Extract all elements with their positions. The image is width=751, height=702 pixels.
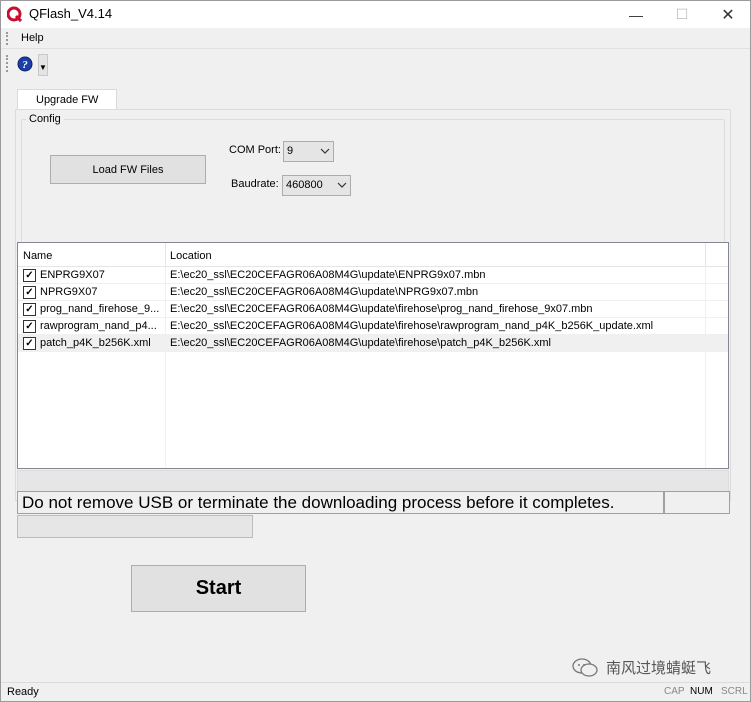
baudrate-label: Baudrate: bbox=[231, 178, 279, 190]
watermark-text: 南风过境蜻蜓飞 bbox=[606, 660, 712, 677]
status-text: Ready bbox=[7, 686, 39, 698]
column-header-location[interactable]: Location bbox=[170, 250, 212, 262]
row-name: patch_p4K_b256K.xml bbox=[40, 337, 151, 349]
row-location: E:\ec20_ssl\EC20CEFAGR06A08M4G\update\EN… bbox=[170, 269, 486, 281]
table-row[interactable]: ✓ NPRG9X07 E:\ec20_ssl\EC20CEFAGR06A08M4… bbox=[18, 284, 728, 301]
row-name: ENPRG9X07 bbox=[40, 269, 105, 281]
tab-upgrade-fw[interactable]: Upgrade FW bbox=[17, 89, 117, 110]
num-lock-indicator: NUM bbox=[690, 686, 713, 697]
row-name: NPRG9X07 bbox=[40, 286, 98, 298]
wechat-icon bbox=[572, 657, 598, 677]
help-toolbar-button[interactable]: ? bbox=[14, 53, 36, 75]
com-port-value: 9 bbox=[287, 145, 294, 157]
baudrate-select[interactable]: 460800 bbox=[282, 175, 351, 196]
start-button[interactable]: Start bbox=[131, 565, 306, 612]
row-checkbox[interactable]: ✓ bbox=[23, 337, 36, 350]
row-checkbox[interactable]: ✓ bbox=[23, 269, 36, 282]
chevron-down-icon bbox=[337, 182, 347, 188]
download-progress-bar bbox=[17, 515, 253, 538]
baudrate-value: 460800 bbox=[286, 179, 323, 191]
chevron-down-icon bbox=[320, 148, 330, 154]
qflash-window: QFlash_V4.14 — ☐ ✕ Help ? ▼ Upgrade FW C… bbox=[0, 0, 751, 702]
load-fw-files-button[interactable]: Load FW Files bbox=[50, 155, 206, 184]
config-group-label: Config bbox=[26, 113, 64, 125]
row-location: E:\ec20_ssl\EC20CEFAGR06A08M4G\update\fi… bbox=[170, 303, 593, 315]
toolbar-chevron-icon[interactable]: ▼ bbox=[38, 54, 48, 76]
row-location: E:\ec20_ssl\EC20CEFAGR06A08M4G\update\fi… bbox=[170, 320, 654, 332]
help-question-icon: ? bbox=[17, 56, 33, 72]
list-rows: ✓ ENPRG9X07 E:\ec20_ssl\EC20CEFAGR06A08M… bbox=[18, 267, 728, 352]
window-title: QFlash_V4.14 bbox=[29, 6, 113, 21]
menu-grip bbox=[6, 32, 9, 45]
title-bar[interactable]: QFlash_V4.14 — ☐ ✕ bbox=[1, 1, 750, 28]
header-divider[interactable] bbox=[705, 243, 706, 267]
com-port-label: COM Port: bbox=[229, 144, 281, 156]
table-row[interactable]: ✓ ENPRG9X07 E:\ec20_ssl\EC20CEFAGR06A08M… bbox=[18, 267, 728, 284]
menu-help[interactable]: Help bbox=[21, 32, 44, 44]
row-checkbox[interactable]: ✓ bbox=[23, 320, 36, 333]
row-checkbox[interactable]: ✓ bbox=[23, 303, 36, 316]
row-checkbox[interactable]: ✓ bbox=[23, 286, 36, 299]
fw-file-list[interactable]: Name Location ✓ ENPRG9X07 E:\ec20_ssl\EC… bbox=[17, 242, 729, 469]
qflash-app-icon bbox=[7, 6, 23, 22]
header-divider[interactable] bbox=[165, 243, 166, 267]
config-group: Config Load FW Files COM Port: 9 Baudrat… bbox=[21, 113, 725, 244]
table-row[interactable]: ✓ rawprogram_nand_p4... E:\ec20_ssl\EC20… bbox=[18, 318, 728, 335]
com-port-select[interactable]: 9 bbox=[283, 141, 334, 162]
status-bar: Ready CAP NUM SCRL bbox=[1, 682, 750, 701]
watermark: 南风过境蜻蜓飞 bbox=[572, 657, 711, 678]
svg-text:?: ? bbox=[22, 59, 28, 71]
table-row[interactable]: ✓ patch_p4K_b256K.xml E:\ec20_ssl\EC20CE… bbox=[18, 335, 728, 352]
client-area: Upgrade FW Config Load FW Files COM Port… bbox=[5, 77, 746, 681]
message-side-panel bbox=[664, 491, 730, 514]
maximize-button[interactable]: ☐ bbox=[659, 1, 705, 28]
row-name: prog_nand_firehose_9... bbox=[40, 303, 160, 315]
row-name: rawprogram_nand_p4... bbox=[40, 320, 157, 332]
close-button[interactable]: ✕ bbox=[705, 1, 750, 28]
upgrade-fw-panel: Config Load FW Files COM Port: 9 Baudrat… bbox=[15, 109, 731, 501]
warning-message: Do not remove USB or terminate the downl… bbox=[17, 491, 664, 514]
minimize-button[interactable]: — bbox=[613, 1, 659, 28]
list-header: Name Location bbox=[18, 243, 728, 267]
row-location: E:\ec20_ssl\EC20CEFAGR06A08M4G\update\NP… bbox=[170, 286, 479, 298]
row-location: E:\ec20_ssl\EC20CEFAGR06A08M4G\update\fi… bbox=[170, 337, 551, 349]
column-header-name[interactable]: Name bbox=[23, 250, 52, 262]
toolbar-grip bbox=[6, 55, 9, 72]
horizontal-scrollbar[interactable] bbox=[17, 470, 729, 492]
table-row[interactable]: ✓ prog_nand_firehose_9... E:\ec20_ssl\EC… bbox=[18, 301, 728, 318]
toolbar: ? ▼ bbox=[1, 50, 750, 77]
scroll-lock-indicator: SCRL bbox=[721, 686, 748, 697]
menu-bar: Help bbox=[1, 28, 750, 49]
caps-lock-indicator: CAP bbox=[664, 686, 685, 697]
